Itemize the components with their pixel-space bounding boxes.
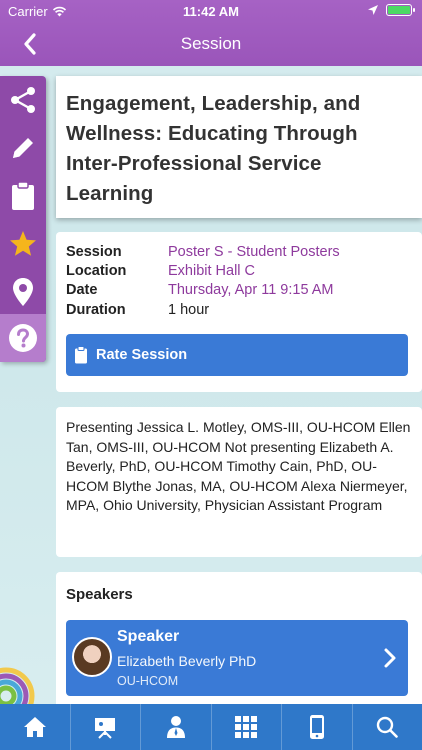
status-bar: Carrier 11:42 AM	[0, 0, 422, 22]
star-icon	[10, 231, 36, 256]
tab-scan[interactable]	[212, 704, 282, 750]
session-label: Session	[66, 244, 122, 260]
share-icon	[11, 87, 35, 113]
rate-session-button[interactable]: Rate Session	[66, 334, 408, 376]
date-label: Date	[66, 282, 98, 298]
action-rail	[0, 76, 46, 362]
session-title-card: Engagement, Leadership, and Wellness: Ed…	[56, 76, 422, 218]
clipboard-button[interactable]	[0, 172, 46, 220]
session-info-card: Session Poster S - Student Posters Locat…	[56, 232, 422, 392]
date-link[interactable]: Thursday, Apr 11 9:15 AM	[168, 282, 334, 298]
search-icon	[377, 716, 399, 738]
tab-sessions[interactable]	[71, 704, 141, 750]
duration-label: Duration	[66, 302, 126, 318]
home-icon	[23, 717, 46, 737]
duration-value: 1 hour	[168, 302, 210, 318]
map-button[interactable]	[0, 268, 46, 316]
avatar	[72, 637, 112, 677]
speakers-heading: Speakers	[66, 586, 133, 603]
battery-icon	[386, 4, 415, 16]
session-title: Engagement, Leadership, and Wellness: Ed…	[66, 92, 361, 205]
tab-attendees[interactable]	[141, 704, 212, 750]
location-label: Location	[66, 263, 127, 279]
mobile-icon	[309, 715, 324, 739]
map-pin-icon	[13, 278, 33, 306]
top-bar: Carrier 11:42 AM Session	[0, 0, 422, 66]
session-description: Presenting Jessica L. Motley, OMS-III, O…	[66, 419, 411, 513]
help-icon	[9, 324, 37, 352]
pencil-icon	[13, 138, 33, 158]
clipboard-icon	[75, 346, 87, 364]
qr-grid-icon	[235, 716, 258, 738]
speaker-org: OU-HCOM	[117, 674, 179, 688]
tab-home[interactable]	[0, 704, 71, 750]
favorite-button[interactable]	[0, 220, 46, 268]
chevron-right-icon	[384, 648, 396, 668]
location-arrow-icon	[368, 5, 378, 15]
session-description-card: Presenting Jessica L. Motley, OMS-III, O…	[56, 407, 422, 557]
rate-session-label: Rate Session	[96, 347, 188, 363]
tab-mobile[interactable]	[282, 704, 353, 750]
speaker-role: Speaker	[117, 628, 180, 645]
status-time: 11:42 AM	[183, 4, 239, 19]
speakers-card: Speakers Speaker Elizabeth Beverly PhD O…	[56, 572, 422, 712]
nav-bar: Session	[0, 22, 422, 66]
share-button[interactable]	[0, 76, 46, 124]
session-link[interactable]: Poster S - Student Posters	[168, 244, 340, 260]
speaker-item[interactable]: Speaker Elizabeth Beverly PhD OU-HCOM	[66, 620, 408, 696]
attendee-icon	[166, 716, 185, 738]
notes-button[interactable]	[0, 124, 46, 172]
tab-search[interactable]	[353, 704, 422, 750]
clipboard-icon	[12, 181, 34, 210]
tab-bar	[0, 704, 422, 750]
presentation-icon	[95, 718, 116, 739]
location-link[interactable]: Exhibit Hall C	[168, 263, 255, 279]
speaker-name: Elizabeth Beverly PhD	[117, 653, 257, 669]
page-title: Session	[180, 34, 242, 53]
help-button[interactable]	[0, 314, 46, 362]
